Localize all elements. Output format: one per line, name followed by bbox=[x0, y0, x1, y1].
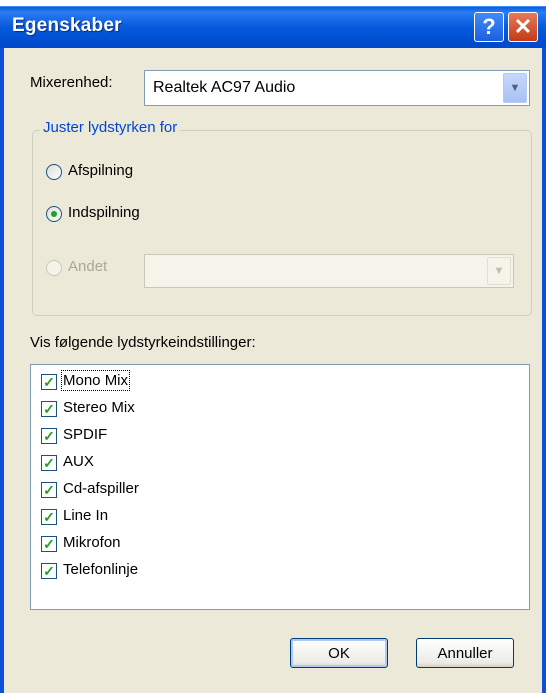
mixer-label-text: Mixerenhed: bbox=[30, 74, 113, 91]
help-button[interactable]: ? bbox=[474, 12, 504, 42]
volume-controls-list[interactable]: ✓ Mono Mix ✓ Stereo Mix ✓ SPDIF ✓ AUX ✓ … bbox=[30, 364, 530, 610]
radio-other-label[interactable]: Andet bbox=[68, 258, 107, 275]
volume-group-box bbox=[32, 130, 532, 316]
checkmark-icon[interactable]: ✓ bbox=[41, 401, 57, 417]
checkmark-icon[interactable]: ✓ bbox=[41, 428, 57, 444]
chevron-down-icon[interactable]: ▼ bbox=[487, 257, 511, 285]
close-icon: ✕ bbox=[513, 14, 533, 39]
volume-group-title: Juster lydstyrken for bbox=[40, 119, 181, 136]
radio-other[interactable] bbox=[46, 260, 62, 276]
list-item-label: Stereo Mix bbox=[63, 399, 135, 416]
ok-button[interactable]: OK bbox=[290, 638, 388, 668]
mixer-label: Mixerenhed: bbox=[30, 74, 113, 91]
ok-button-label: OK bbox=[328, 644, 350, 662]
checkmark-icon[interactable]: ✓ bbox=[41, 536, 57, 552]
radio-recording-label[interactable]: Indspilning bbox=[68, 204, 140, 221]
cancel-button-label: Annuller bbox=[437, 644, 493, 662]
list-item-label: Cd-afspiller bbox=[63, 480, 139, 497]
mixer-select[interactable]: Realtek AC97 Audio ▼ bbox=[144, 70, 530, 106]
list-item-label: Telefonlinje bbox=[63, 561, 139, 578]
list-label: Vis følgende lydstyrkeindstillinger: bbox=[30, 334, 256, 351]
radio-playback-label[interactable]: Afspilning bbox=[68, 162, 133, 179]
radio-recording[interactable] bbox=[46, 206, 62, 222]
cancel-button[interactable]: Annuller bbox=[416, 638, 514, 668]
list-item-label: Mikrofon bbox=[63, 534, 121, 551]
list-item-label: SPDIF bbox=[63, 426, 108, 443]
window-title: Egenskaber bbox=[12, 15, 122, 36]
close-button[interactable]: ✕ bbox=[508, 12, 538, 42]
checkmark-icon[interactable]: ✓ bbox=[41, 482, 57, 498]
radio-playback[interactable] bbox=[46, 164, 62, 180]
mixer-select-value: Realtek AC97 Audio bbox=[153, 79, 296, 96]
other-select[interactable]: ▼ bbox=[144, 254, 514, 288]
checkmark-icon[interactable]: ✓ bbox=[41, 509, 57, 525]
checkmark-icon[interactable]: ✓ bbox=[41, 563, 57, 579]
chevron-down-icon[interactable]: ▼ bbox=[503, 73, 527, 103]
list-item-label: AUX bbox=[63, 453, 94, 470]
list-item-label: Mono Mix bbox=[60, 370, 131, 391]
help-icon: ? bbox=[482, 14, 496, 39]
title-bar[interactable]: Egenskaber ? ✕ bbox=[0, 6, 546, 49]
checkmark-icon[interactable]: ✓ bbox=[41, 374, 57, 390]
list-item-label: Line In bbox=[63, 507, 109, 524]
checkmark-icon[interactable]: ✓ bbox=[41, 455, 57, 471]
